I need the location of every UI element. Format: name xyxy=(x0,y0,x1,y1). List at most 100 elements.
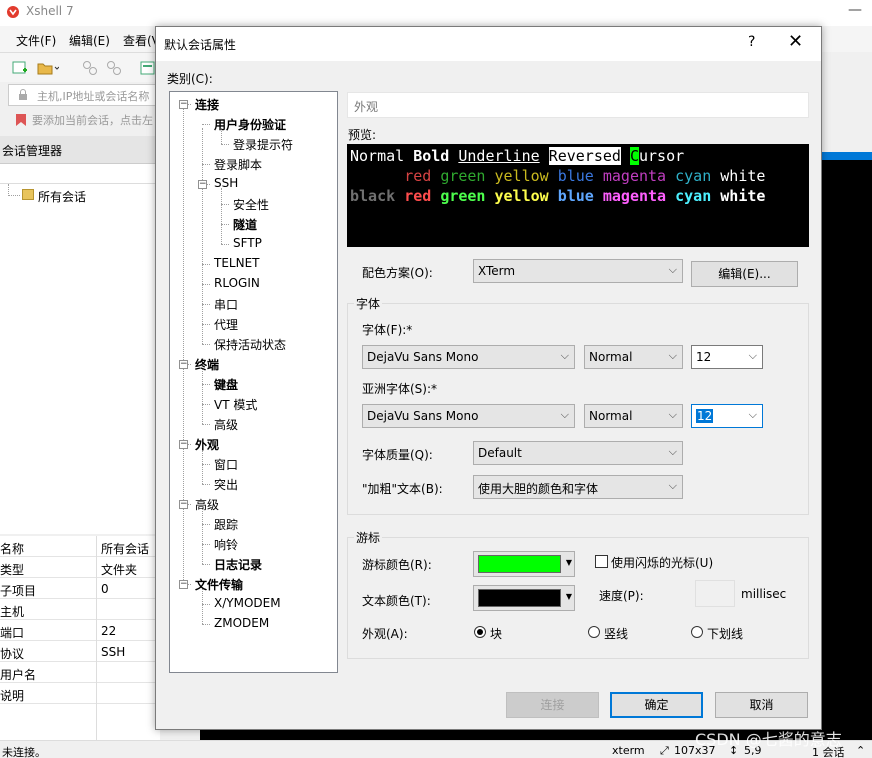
property-value: 22 xyxy=(101,624,117,638)
asian-font-weight-select[interactable]: Normal ⌵ xyxy=(584,404,683,428)
font-size-select[interactable]: 12 ⌵ xyxy=(691,345,763,369)
tree-item[interactable]: 高级 xyxy=(195,496,219,513)
open-folder-icon[interactable] xyxy=(37,60,59,76)
preview-bright-magenta: magenta xyxy=(602,187,667,205)
tree-collapse-toggle-icon[interactable]: − xyxy=(179,360,188,369)
tree-collapse-toggle-icon[interactable]: − xyxy=(179,580,188,589)
text-color-label: 文本颜色(T): xyxy=(362,594,431,608)
tree-item[interactable]: 串口 xyxy=(214,296,238,313)
minimize-button[interactable]: — xyxy=(848,2,862,18)
preview-cyan: cyan xyxy=(675,167,712,185)
property-value: 0 xyxy=(101,582,109,596)
tree-item[interactable]: X/YMODEM xyxy=(214,596,281,610)
chevron-down-icon: ⌵ xyxy=(560,408,569,421)
tree-item[interactable]: 日志记录 xyxy=(214,556,262,573)
tree-item[interactable]: 响铃 xyxy=(214,536,238,553)
font-family-select[interactable]: DejaVu Sans Mono ⌵ xyxy=(362,345,575,369)
properties-icon[interactable] xyxy=(140,60,156,76)
new-session-icon[interactable] xyxy=(12,60,28,76)
tree-item[interactable]: ZMODEM xyxy=(214,616,269,630)
tree-collapse-toggle-icon[interactable]: − xyxy=(179,100,188,109)
cancel-button[interactable]: 取消 xyxy=(715,692,808,718)
close-button[interactable]: ✕ xyxy=(788,31,803,52)
ok-button[interactable]: 确定 xyxy=(610,692,703,718)
tree-item[interactable]: 保持活动状态 xyxy=(214,336,286,353)
session-properties-dialog: 默认会话属性 ? ✕ 类别(C): 连接 − 用户身份验证 登录提示符 登录脚本 SSH −… xyxy=(155,26,822,730)
terminal-area[interactable] xyxy=(820,160,872,740)
tree-item[interactable]: 突出 xyxy=(214,476,238,493)
preview-bright-red: red xyxy=(404,187,432,205)
text-color-picker[interactable]: ▼ xyxy=(473,585,575,611)
edit-scheme-button[interactable]: 编辑(E)... xyxy=(691,261,798,287)
tree-item[interactable]: 隧道 xyxy=(233,216,257,233)
blink-cursor-checkbox[interactable] xyxy=(595,555,608,568)
tree-item[interactable]: 外观 xyxy=(195,436,219,453)
asian-font-family-select[interactable]: DejaVu Sans Mono ⌵ xyxy=(362,404,575,428)
tree-item[interactable]: SFTP xyxy=(233,236,262,250)
shape-bar-radio[interactable] xyxy=(588,626,600,638)
tree-item[interactable]: SSH xyxy=(214,176,238,190)
tree-item[interactable]: 高级 xyxy=(214,416,238,433)
preview-white: white xyxy=(720,167,766,185)
tree-item[interactable]: 跟踪 xyxy=(214,516,238,533)
tree-item[interactable]: 键盘 xyxy=(214,376,238,393)
bold-text-select[interactable]: 使用大胆的颜色和字体 ⌵ xyxy=(473,475,683,499)
link-icon[interactable] xyxy=(82,60,98,76)
scroll-up-icon[interactable]: ⌃ xyxy=(856,744,865,757)
menu-file[interactable]: 文件(F) xyxy=(16,32,56,49)
tree-collapse-toggle-icon[interactable]: − xyxy=(179,500,188,509)
menu-edit[interactable]: 编辑(E) xyxy=(69,32,110,49)
tree-item[interactable]: 终端 xyxy=(195,356,219,373)
font-quality-select[interactable]: Default ⌵ xyxy=(473,441,683,465)
font-weight-select[interactable]: Normal ⌵ xyxy=(584,345,683,369)
tree-item[interactable]: 连接 xyxy=(195,96,219,113)
tree-item[interactable]: RLOGIN xyxy=(214,276,260,290)
tree-connector xyxy=(202,424,210,425)
tree-item[interactable]: TELNET xyxy=(214,256,260,270)
tree-item[interactable]: VT 模式 xyxy=(214,396,257,413)
address-bar[interactable]: 主机,IP地址或会话名称 xyxy=(8,84,158,106)
tree-connector xyxy=(202,164,210,165)
tree-connector xyxy=(221,144,229,145)
property-row: 名称 所有会话 xyxy=(0,536,160,557)
preview-bright-black: black xyxy=(350,187,396,205)
asian-font-size-select[interactable]: 12 ⌵ xyxy=(691,404,763,428)
cursor-group-title: 游标 xyxy=(354,529,383,546)
tree-item[interactable]: 窗口 xyxy=(214,456,238,473)
tree-item[interactable]: 登录脚本 xyxy=(214,156,262,173)
property-row: 子项目 0 xyxy=(0,578,160,599)
color-scheme-select[interactable]: XTerm ⌵ xyxy=(473,259,683,283)
resize-icon: ⤢ xyxy=(660,744,669,757)
folder-icon xyxy=(22,189,34,200)
property-value: 所有会话 xyxy=(101,542,150,556)
preview-magenta: magenta xyxy=(602,167,667,185)
shape-underline-radio[interactable] xyxy=(691,626,703,638)
unlink-icon[interactable] xyxy=(106,60,122,76)
property-key: 用户名 xyxy=(0,668,37,682)
cursor-color-picker[interactable]: ▼ xyxy=(473,551,575,577)
tree-item[interactable]: 安全性 xyxy=(233,196,269,213)
terminal-type: xterm xyxy=(612,744,645,757)
tree-collapse-toggle-icon[interactable]: − xyxy=(179,440,188,449)
preview-blue: blue xyxy=(557,167,594,185)
connection-status: 未连接。 xyxy=(2,746,46,758)
tree-connector xyxy=(202,544,210,545)
preview-underline: Underline xyxy=(458,147,540,165)
session-search[interactable] xyxy=(0,164,160,184)
chevron-down-icon: ⌵ xyxy=(748,349,757,362)
tree-item[interactable]: 代理 xyxy=(214,316,238,333)
add-session-hint: 要添加当前会话，点击左 xyxy=(8,112,153,128)
property-key: 协议 xyxy=(0,647,25,661)
chevron-down-icon: ⌵ xyxy=(668,445,677,458)
help-button[interactable]: ? xyxy=(748,34,755,50)
session-tree-root[interactable]: 所有会话 xyxy=(38,188,86,205)
tree-item[interactable]: 登录提示符 xyxy=(233,136,293,153)
tree-collapse-toggle-icon[interactable]: − xyxy=(198,180,207,189)
shape-block-radio[interactable] xyxy=(474,626,486,638)
tree-item[interactable]: 文件传输 xyxy=(195,576,243,593)
shape-block-label: 块 xyxy=(490,627,503,641)
connect-button[interactable]: 连接 xyxy=(506,692,599,718)
tree-item[interactable]: 用户身份验证 xyxy=(214,116,286,133)
property-row: 协议 SSH xyxy=(0,641,160,662)
dialog-title: 默认会话属性 xyxy=(164,38,237,52)
